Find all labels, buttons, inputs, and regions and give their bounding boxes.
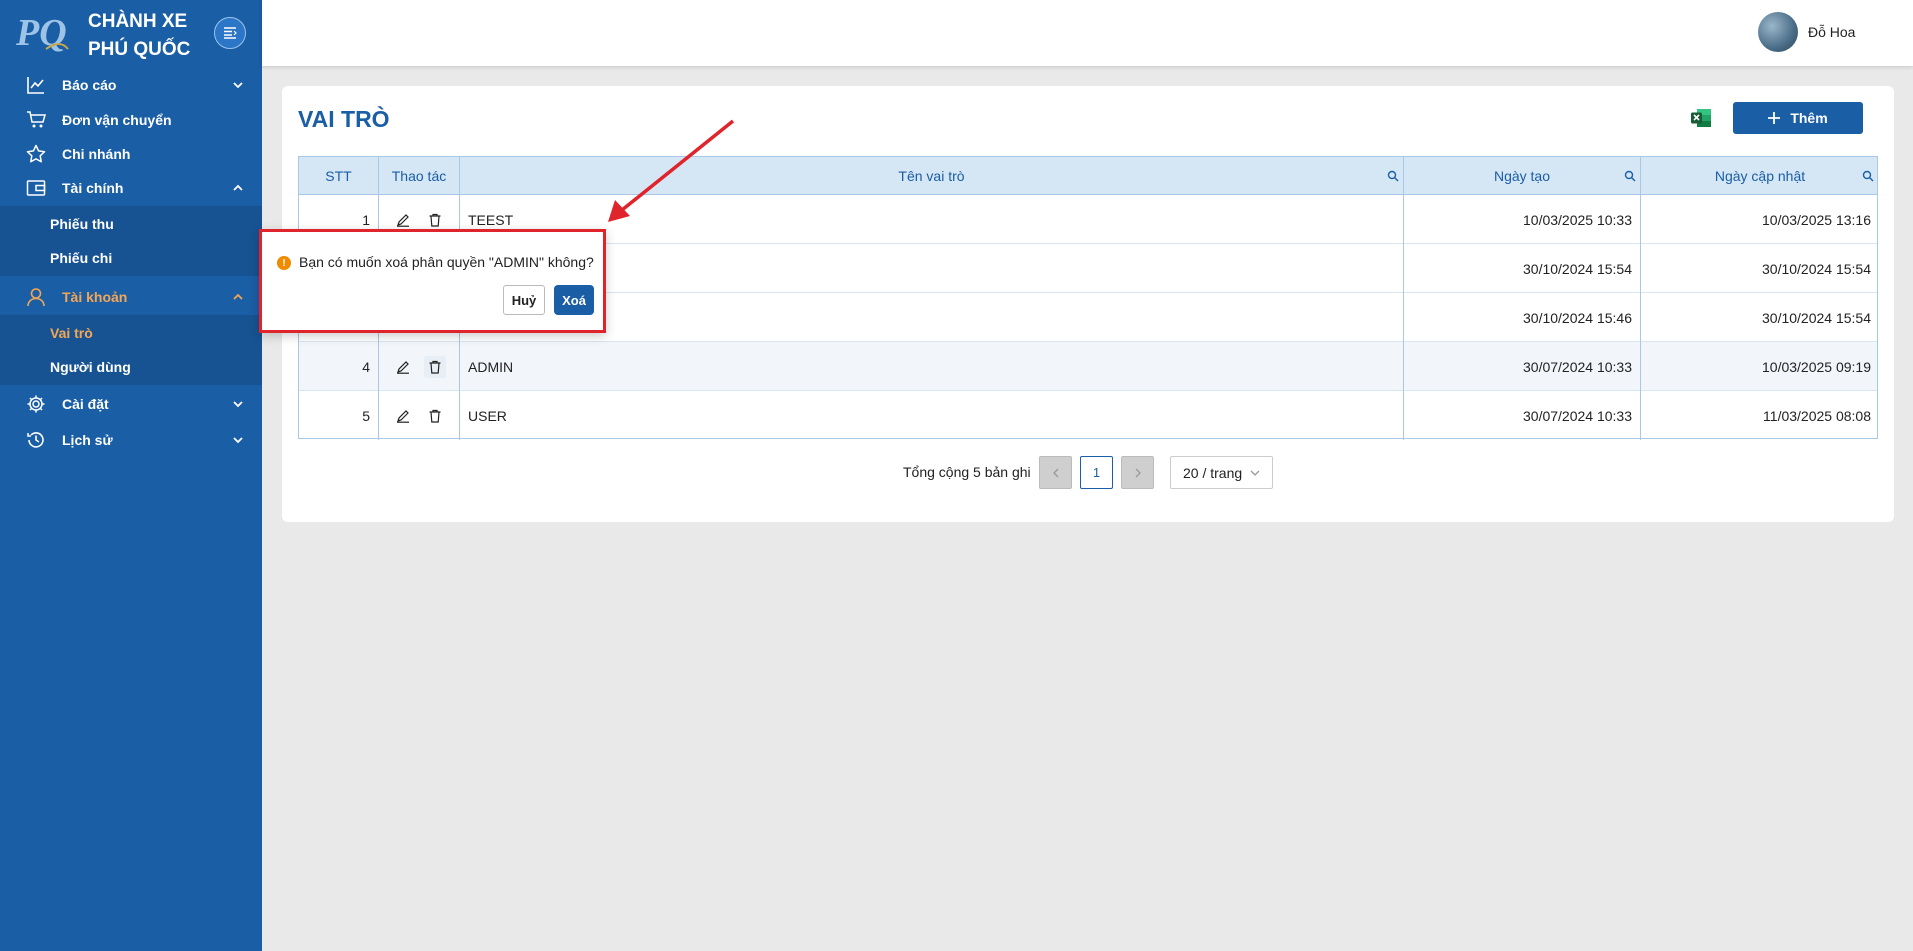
sidebar-item-reports[interactable]: Báo cáo: [0, 68, 262, 102]
cell-created: 30/07/2024 10:33: [1523, 358, 1632, 375]
column-header-created[interactable]: Ngày tạo: [1404, 157, 1640, 195]
column-header-updated[interactable]: Ngày cập nhật: [1641, 157, 1879, 195]
page-title: VAI TRÒ: [298, 106, 390, 132]
sidebar-item-label: Chi nhánh: [62, 146, 131, 162]
brand: PQ CHÀNH XE PHÚ QUỐC: [0, 0, 262, 66]
gear-icon: [26, 394, 46, 414]
delete-icon[interactable]: [424, 355, 446, 378]
edit-icon[interactable]: [392, 405, 414, 427]
cell-created: 10/03/2025 10:33: [1523, 211, 1632, 228]
wallet-icon: [26, 178, 46, 198]
sidebar-item-account[interactable]: Tài khoản: [0, 280, 262, 314]
column-header-actions: Thao tác: [391, 168, 447, 184]
column-header-role-name[interactable]: Tên vai trò: [460, 157, 1403, 195]
cell-updated: 30/10/2024 15:54: [1762, 260, 1871, 277]
cell-role-name: USER: [468, 407, 507, 424]
column-divider: [1640, 157, 1641, 440]
sidebar-item-label: Tài khoản: [62, 289, 128, 305]
edit-icon[interactable]: [392, 209, 414, 231]
pagination-total: Tổng cộng 5 bản ghi: [903, 464, 1031, 480]
sidebar-subitem-roles[interactable]: Vai trò: [50, 325, 93, 341]
plus-icon: [1768, 112, 1781, 124]
warning-icon: !: [277, 256, 291, 270]
cell-stt: 4: [362, 358, 370, 375]
cell-updated: 10/03/2025 13:16: [1762, 211, 1871, 228]
sidebar-item-history[interactable]: Lịch sử: [0, 423, 262, 457]
cell-created: 30/10/2024 15:54: [1523, 260, 1632, 277]
sidebar-item-label: Lịch sử: [62, 432, 113, 448]
brand-line2: PHÚ QUỐC: [88, 39, 191, 60]
avatar[interactable]: [1758, 12, 1798, 52]
menu-fold-icon: [224, 27, 237, 39]
chevron-down-icon: [1250, 470, 1260, 476]
chevron-up-icon: [233, 293, 243, 300]
cancel-button[interactable]: Huỷ: [503, 285, 545, 315]
sidebar-item-settings[interactable]: Cài đặt: [0, 387, 262, 421]
sidebar-toggle-button[interactable]: [214, 17, 246, 49]
chevron-down-icon: [233, 82, 243, 89]
sidebar-item-label: Tài chính: [62, 180, 124, 196]
prev-page-button[interactable]: [1039, 456, 1072, 489]
sidebar-item-label: Báo cáo: [62, 77, 117, 93]
cart-icon: [26, 110, 46, 130]
logo: PQ: [16, 12, 69, 54]
page-button-current[interactable]: 1: [1080, 456, 1113, 489]
cell-updated: 11/03/2025 08:08: [1763, 407, 1871, 424]
column-header-stt[interactable]: STT: [299, 157, 378, 195]
sidebar-subitem-receipts[interactable]: Phiếu thu: [50, 216, 114, 232]
add-button[interactable]: Thêm: [1733, 102, 1863, 134]
search-icon[interactable]: [1862, 170, 1874, 182]
page-size-value: 20 / trang: [1183, 464, 1243, 481]
star-icon: [26, 144, 46, 164]
topbar: [262, 0, 1913, 66]
sidebar: PQ CHÀNH XE PHÚ QUỐC Báo cáo Đơn vận chu…: [0, 0, 262, 951]
cell-actions: [379, 342, 459, 391]
sidebar-item-shipments[interactable]: Đơn vận chuyển: [0, 103, 262, 137]
cell-role-name: ADMIN: [468, 358, 514, 375]
brand-line1: CHÀNH XE: [88, 11, 188, 32]
user-icon: [26, 287, 46, 307]
cell-actions: [379, 391, 459, 440]
page-size-select[interactable]: 20 / trang: [1170, 456, 1273, 489]
delete-confirm-popover: ! Bạn có muốn xoá phân quyền "ADMIN" khô…: [259, 229, 606, 333]
history-icon: [26, 430, 46, 450]
sidebar-item-label: Cài đặt: [62, 396, 109, 412]
sidebar-subitem-payments[interactable]: Phiếu chi: [50, 250, 112, 266]
search-icon[interactable]: [1387, 170, 1399, 182]
cell-created: 30/07/2024 10:33: [1523, 407, 1632, 424]
sidebar-item-finance[interactable]: Tài chính: [0, 171, 262, 205]
chevron-left-icon: [1052, 468, 1058, 477]
sidebar-subitem-users[interactable]: Người dùng: [50, 359, 131, 375]
chevron-up-icon: [233, 184, 243, 191]
finance-submenu: [0, 206, 262, 276]
delete-icon[interactable]: [424, 405, 446, 427]
excel-export-icon[interactable]: [1690, 107, 1712, 129]
chevron-down-icon: [233, 401, 243, 408]
account-submenu: [0, 315, 262, 385]
confirm-message: Bạn có muốn xoá phân quyền "ADMIN" không…: [299, 254, 594, 270]
svg-text:PQ: PQ: [16, 12, 67, 54]
cell-created: 30/10/2024 15:46: [1523, 309, 1632, 326]
add-button-label: Thêm: [1790, 110, 1828, 126]
edit-icon[interactable]: [392, 356, 414, 378]
chevron-right-icon: [1135, 468, 1141, 477]
brand-name: CHÀNH XE PHÚ QUỐC: [88, 8, 190, 64]
chart-line-icon: [26, 75, 46, 95]
cell-updated: 10/03/2025 09:19: [1762, 358, 1871, 375]
search-icon[interactable]: [1624, 170, 1636, 182]
next-page-button[interactable]: [1121, 456, 1154, 489]
confirm-delete-button[interactable]: Xoá: [554, 285, 594, 315]
cell-updated: 30/10/2024 15:54: [1762, 309, 1871, 326]
chevron-down-icon: [233, 437, 243, 444]
username[interactable]: Đỗ Hoa: [1808, 24, 1855, 40]
column-divider: [1403, 157, 1404, 440]
delete-icon[interactable]: [424, 209, 446, 231]
sidebar-item-label: Đơn vận chuyển: [62, 112, 172, 128]
cell-stt: 5: [362, 407, 370, 424]
sidebar-item-branches[interactable]: Chi nhánh: [0, 137, 262, 171]
